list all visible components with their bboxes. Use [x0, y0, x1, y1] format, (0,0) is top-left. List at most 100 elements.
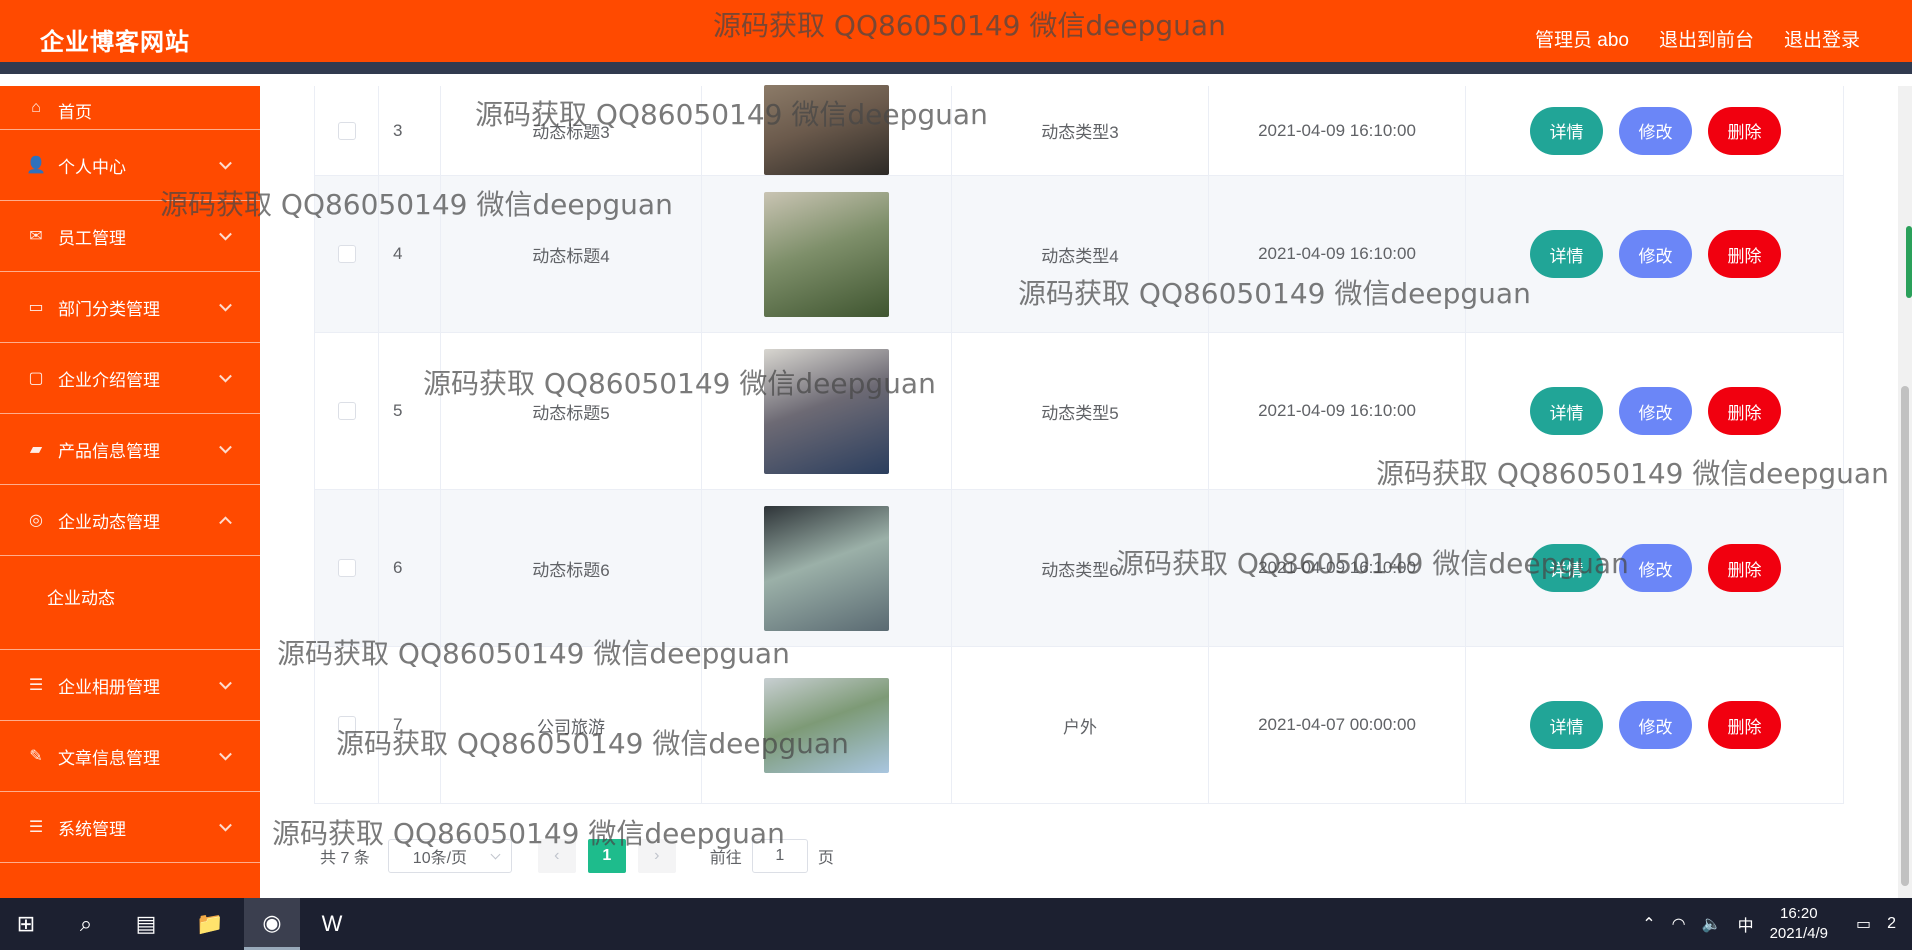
detail-button[interactable]: 详情: [1530, 106, 1603, 155]
delete-button[interactable]: 删除: [1708, 106, 1781, 155]
ime-indicator[interactable]: 中: [1738, 912, 1754, 936]
chevron-up-icon: [219, 516, 232, 530]
row-select-cell: [315, 647, 379, 803]
chevron-down-icon: [219, 227, 232, 241]
table-row: 7 公司旅游 户外 2021-04-07 00:00:00 详情 修改 删除: [315, 647, 1843, 804]
row-actions: 详情 修改 删除: [1466, 647, 1845, 803]
page-size-select[interactable]: 10条/页: [387, 839, 512, 873]
detail-button[interactable]: 详情: [1530, 701, 1603, 749]
row-checkbox[interactable]: [337, 716, 356, 734]
page-number-active[interactable]: 1: [587, 839, 626, 873]
next-page-button[interactable]: ›: [637, 839, 676, 873]
row-title: 动态标题3: [441, 86, 702, 175]
chrome-icon[interactable]: ◉: [244, 898, 300, 950]
sidebar-item-article[interactable]: ✎ 文章信息管理: [0, 721, 260, 792]
clock-date: 2021/4/9: [1769, 925, 1828, 942]
word-icon[interactable]: W: [316, 908, 348, 940]
edit-button[interactable]: 修改: [1619, 387, 1692, 435]
edit-button[interactable]: 修改: [1619, 106, 1692, 155]
sidebar-item-personal-center[interactable]: 👤 个人中心: [0, 130, 260, 201]
delete-button[interactable]: 删除: [1708, 544, 1781, 592]
edit-button[interactable]: 修改: [1619, 544, 1692, 592]
page-scrollbar[interactable]: [1898, 86, 1912, 898]
edit-icon: ✎: [29, 748, 43, 765]
detail-button[interactable]: 详情: [1530, 230, 1603, 278]
delete-button[interactable]: 删除: [1708, 387, 1781, 435]
delete-button[interactable]: 删除: [1708, 230, 1781, 278]
row-checkbox[interactable]: [337, 402, 356, 420]
detail-button[interactable]: 详情: [1530, 544, 1603, 592]
sidebar-subitem-company-news[interactable]: 企业动态: [0, 556, 260, 650]
row-actions: 详情 修改 删除: [1466, 176, 1845, 332]
row-date: 2021-04-09 16:10:00: [1209, 490, 1466, 646]
news-table: 3 动态标题3 动态类型3 2021-04-09 16:10:00 详情 修改 …: [314, 85, 1845, 804]
sidebar-item-album[interactable]: ☰ 企业相册管理: [0, 650, 260, 721]
list-icon: ☰: [28, 677, 44, 694]
sidebar-item-department[interactable]: ▭ 部门分类管理: [0, 272, 260, 343]
edit-button[interactable]: 修改: [1619, 230, 1692, 278]
main-content: 3 动态标题3 动态类型3 2021-04-09 16:10:00 详情 修改 …: [260, 85, 1912, 898]
goto-page-input[interactable]: 1: [751, 839, 808, 873]
delete-button[interactable]: 删除: [1708, 701, 1781, 749]
sidebar-item-employee[interactable]: ✉ 员工管理: [0, 201, 260, 272]
row-actions: 详情 修改 删除: [1466, 333, 1845, 489]
system-tray: ⌃ ◠ 🔈 中 16:20 2021/4/9 ▭ 2: [1642, 898, 1912, 950]
sidebar-item-system[interactable]: ☰ 系统管理: [0, 792, 260, 863]
row-title: 动态标题5: [441, 333, 702, 489]
row-checkbox[interactable]: [337, 245, 356, 263]
chevron-up-icon[interactable]: ⌃: [1642, 914, 1655, 934]
sidebar-item-company-intro[interactable]: ▢ 企业介绍管理: [0, 343, 260, 414]
volume-icon[interactable]: 🔈: [1702, 914, 1722, 934]
user-icon: 👤: [26, 157, 46, 174]
logout-link[interactable]: 退出登录: [1784, 25, 1860, 52]
chevron-down-icon: [219, 747, 232, 761]
sidebar-item-label: 企业相册管理: [58, 677, 160, 697]
chevron-down-icon: [219, 369, 232, 383]
row-index: 6: [379, 490, 441, 646]
row-type: 动态类型4: [952, 176, 1209, 332]
sidebar-item-label: 产品信息管理: [58, 441, 160, 461]
news-thumbnail: [764, 677, 889, 773]
taskbar-clock[interactable]: 16:20 2021/4/9: [1770, 904, 1828, 944]
file-explorer-icon[interactable]: 📁: [194, 908, 226, 940]
row-index: 4: [379, 176, 441, 332]
news-thumbnail: [764, 348, 889, 474]
card-icon: ▭: [28, 299, 44, 316]
search-icon[interactable]: ⌕: [70, 908, 102, 940]
task-view-icon[interactable]: ▤: [130, 908, 162, 940]
row-actions: 详情 修改 删除: [1466, 490, 1845, 646]
notification-count: 2: [1887, 915, 1896, 932]
sidebar-item-product[interactable]: ▰ 产品信息管理: [0, 414, 260, 485]
page-size-value: 10条/页: [412, 850, 468, 867]
scrollbar-thumb[interactable]: [1901, 386, 1909, 886]
news-thumbnail: [764, 505, 889, 631]
detail-button[interactable]: 详情: [1530, 387, 1603, 435]
sidebar-item-home[interactable]: ⌂ 首页: [0, 86, 260, 130]
row-select-cell: [315, 333, 379, 489]
row-checkbox[interactable]: [337, 559, 356, 577]
sidebar-item-label: 部门分类管理: [58, 299, 160, 319]
row-image-cell: [702, 333, 952, 489]
edit-button[interactable]: 修改: [1619, 701, 1692, 749]
back-to-front-link[interactable]: 退出到前台: [1659, 25, 1754, 52]
sidebar-item-label: 企业动态管理: [58, 512, 160, 532]
row-index: 7: [379, 647, 441, 803]
row-date: 2021-04-09 16:10:00: [1209, 176, 1466, 332]
notification-icon[interactable]: ▭: [1856, 914, 1871, 934]
windows-start-icon[interactable]: ⊞: [10, 908, 42, 940]
sidebar-item-company-news[interactable]: ◎ 企业动态管理: [0, 485, 260, 556]
prev-page-button[interactable]: ‹: [537, 839, 576, 873]
target-icon: ◎: [29, 512, 43, 529]
row-select-cell: [315, 86, 379, 175]
sidebar-item-label: 文章信息管理: [58, 748, 160, 768]
row-checkbox[interactable]: [337, 121, 356, 140]
row-type: 动态类型3: [952, 86, 1209, 175]
row-date: 2021-04-09 16:10:00: [1209, 86, 1466, 175]
list-icon: ☰: [28, 819, 44, 836]
network-icon[interactable]: ◠: [1672, 914, 1686, 934]
chevron-down-icon: [219, 818, 232, 832]
windows-taskbar: ⊞ ⌕ ▤ 📁 ◉ W ⌃ ◠ 🔈 中 16:20 2021/4/9 ▭ 2: [0, 898, 1912, 950]
sidebar-item-label: 员工管理: [58, 228, 126, 248]
row-image-cell: [702, 85, 952, 175]
total-count: 共 7 条: [320, 850, 370, 867]
